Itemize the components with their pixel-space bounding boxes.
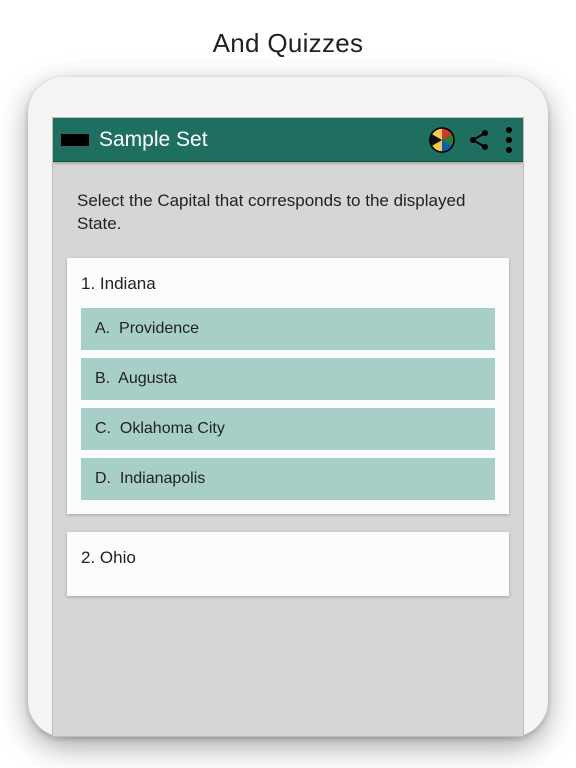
quiz-content: Select the Capital that corresponds to t… (53, 162, 523, 596)
option-letter: A. (95, 320, 110, 337)
topbar-actions (429, 124, 515, 156)
topbar-title: Sample Set (99, 128, 429, 152)
option-letter: C. (95, 420, 111, 437)
question-text: Indiana (100, 274, 156, 293)
answer-option-d[interactable]: D. Indianapolis (81, 458, 495, 500)
share-icon[interactable] (467, 128, 491, 152)
menu-icon[interactable] (61, 129, 89, 151)
question-label: 2. Ohio (81, 548, 495, 568)
option-text: Oklahoma City (120, 420, 225, 437)
device-frame: Sample Set (28, 77, 548, 737)
answer-option-a[interactable]: A. Providence (81, 308, 495, 350)
more-icon[interactable] (503, 124, 515, 156)
question-card: 2. Ohio (67, 532, 509, 596)
question-text: Ohio (100, 548, 136, 567)
answer-option-b[interactable]: B. Augusta (81, 358, 495, 400)
question-number: 1. (81, 274, 95, 293)
question-label: 1. Indiana (81, 274, 495, 294)
question-number: 2. (81, 548, 95, 567)
option-letter: B. (95, 370, 110, 387)
question-card: 1. Indiana A. Providence B. Augusta C. O… (67, 258, 509, 514)
color-wheel-icon[interactable] (429, 127, 455, 153)
quiz-prompt: Select the Capital that corresponds to t… (67, 190, 509, 258)
answer-option-c[interactable]: C. Oklahoma City (81, 408, 495, 450)
option-text: Providence (119, 320, 199, 337)
page-heading: And Quizzes (0, 0, 576, 77)
option-text: Indianapolis (120, 470, 205, 487)
option-text: Augusta (118, 370, 177, 387)
option-letter: D. (95, 470, 111, 487)
app-topbar: Sample Set (53, 118, 523, 162)
device-screen: Sample Set (52, 117, 524, 737)
